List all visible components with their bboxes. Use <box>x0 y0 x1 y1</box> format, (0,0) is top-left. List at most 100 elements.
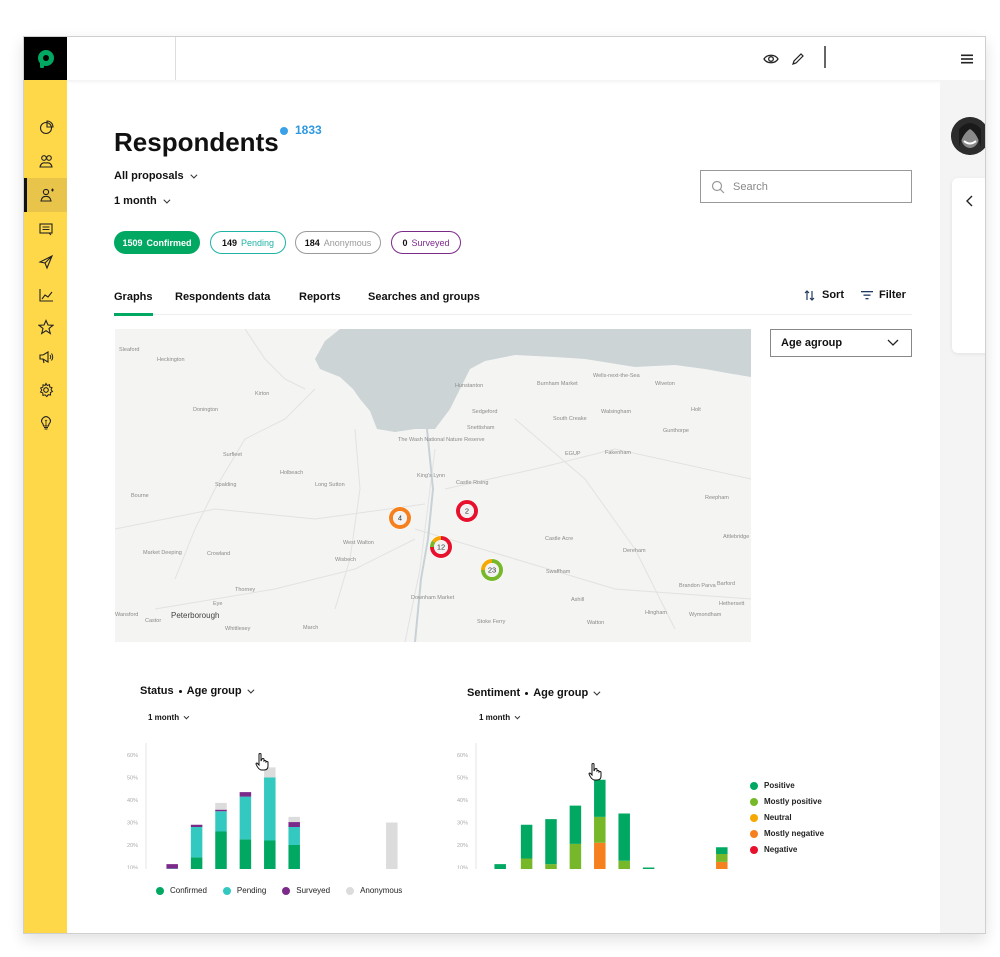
proposal-filter-dropdown[interactable]: All proposals <box>114 170 198 182</box>
bar-segment-positive[interactable] <box>569 805 582 844</box>
bar-segment-positive[interactable] <box>642 867 655 870</box>
y-tick-label: 50% <box>127 776 138 782</box>
sidebar-item-ideas[interactable] <box>24 406 67 440</box>
search-input[interactable] <box>733 180 893 193</box>
legend-item-negative[interactable]: Negative <box>750 845 824 854</box>
bar-segment-pending[interactable] <box>215 811 227 832</box>
cluster-count: 2 <box>465 507 469 516</box>
sidebar-item-analytics[interactable] <box>24 278 67 312</box>
legend-item-confirmed[interactable]: Confirmed <box>156 886 207 895</box>
status-chart-legend: Confirmed Pending Surveyed Anonymous <box>156 886 402 895</box>
filter-button[interactable]: Filter <box>861 289 906 301</box>
pill-label: Surveyed <box>411 237 450 248</box>
legend-item-mostly-negative[interactable]: Mostly negative <box>750 829 824 838</box>
pill-count: 0 <box>402 237 408 248</box>
status-pill-confirmed[interactable]: 1509 Confirmed <box>114 231 200 254</box>
legend-item-pending[interactable]: Pending <box>222 886 266 895</box>
bar-segment-confirmed[interactable] <box>288 845 300 869</box>
bar-segment-surveyed[interactable] <box>190 824 203 827</box>
bar-segment-pending[interactable] <box>288 827 300 845</box>
bar-segment-pending[interactable] <box>264 777 276 841</box>
sentiment-chart-period-dropdown[interactable]: 1 month <box>479 713 521 722</box>
bar-segment-positive[interactable] <box>594 779 606 817</box>
bar-segment-positive[interactable] <box>716 847 728 854</box>
map-cluster-marker[interactable]: 4 <box>388 506 412 530</box>
sidebar-item-announcements[interactable] <box>24 340 67 374</box>
bar-segment-confirmed[interactable] <box>190 857 203 869</box>
status-chart-title[interactable]: Status Age group <box>140 685 255 697</box>
bar-segment-mostly-negative[interactable] <box>594 842 606 869</box>
legend-item-surveyed[interactable]: Surveyed <box>282 886 330 895</box>
legend-item-anonymous[interactable]: Anonymous <box>346 886 402 895</box>
group-by-select[interactable]: Age agroup <box>770 329 912 357</box>
respondents-count: 1833 <box>295 123 322 137</box>
sentiment-chart-legend: Positive Mostly positive Neutral Mostly neg… <box>750 781 824 854</box>
bar-segment-anonymous[interactable] <box>288 816 300 823</box>
legend-item-neutral[interactable]: Neutral <box>750 813 824 822</box>
legend-item-positive[interactable]: Positive <box>750 781 824 790</box>
bar-segment-mostly-positive[interactable] <box>569 843 582 869</box>
bar-segment-surveyed[interactable] <box>166 864 178 869</box>
expand-panel-button[interactable] <box>965 194 977 208</box>
sidebar-item-settings[interactable] <box>24 373 67 407</box>
map-label: Brandon Parva <box>679 583 717 589</box>
edit-button[interactable] <box>788 49 808 69</box>
legend-item-mostly-positive[interactable]: Mostly positive <box>750 797 824 806</box>
status-chart-period: 1 month <box>148 713 180 722</box>
status-pill-pending[interactable]: 149 Pending <box>210 231 286 254</box>
y-tick-label: 60% <box>457 753 468 759</box>
bar-segment-positive[interactable] <box>545 819 557 865</box>
map-label: Castle Rising <box>456 480 488 486</box>
bar-segment-mostly-positive[interactable] <box>545 864 557 869</box>
tab-graphs[interactable]: Graphs <box>114 291 153 316</box>
sidebar-item-users[interactable] <box>24 144 67 178</box>
map-canvas[interactable]: Sleaford Heckington Kirton Donington Surflee… <box>115 329 751 642</box>
preview-button[interactable] <box>761 49 781 69</box>
app-logo[interactable] <box>24 37 67 80</box>
bar-segment-surveyed[interactable] <box>288 822 300 827</box>
tab-reports[interactable]: Reports <box>299 291 341 303</box>
bar-segment-mostly-positive[interactable] <box>716 854 728 862</box>
bar-segment-pending[interactable] <box>239 796 252 840</box>
eye-icon <box>763 54 779 64</box>
bar-segment-positive[interactable] <box>494 864 506 869</box>
map-cluster-marker[interactable]: 2 <box>455 499 479 523</box>
filter-icon <box>861 291 873 300</box>
bar-segment-anonymous[interactable] <box>215 802 227 810</box>
search-field[interactable] <box>700 170 912 203</box>
bar-segment-pending[interactable] <box>190 827 203 858</box>
sort-button[interactable]: Sort <box>804 289 844 301</box>
status-pill-surveyed[interactable]: 0 Surveyed <box>391 231 461 254</box>
map-cluster-marker[interactable]: 23 <box>480 558 504 582</box>
bar-segment-positive[interactable] <box>618 813 630 861</box>
sidebar-item-dashboard[interactable] <box>24 110 67 144</box>
sidebar-item-send[interactable] <box>24 245 67 279</box>
tab-respondents-data[interactable]: Respondents data <box>175 291 270 303</box>
user-avatar[interactable] <box>951 117 985 155</box>
tab-searches-and-groups[interactable]: Searches and groups <box>368 291 480 303</box>
respondents-map[interactable]: Sleaford Heckington Kirton Donington Surflee… <box>115 329 751 642</box>
bar-segment-mostly-positive[interactable] <box>594 816 606 843</box>
hand-cursor-icon <box>255 753 269 771</box>
sidebar-item-messages[interactable] <box>24 212 67 246</box>
bar-segment-mostly-negative[interactable] <box>716 861 728 869</box>
map-cluster-marker[interactable]: 12 <box>429 535 453 559</box>
status-pill-anonymous[interactable]: 184 Anonymous <box>295 231 381 254</box>
bar-segment-mostly-positive[interactable] <box>618 860 630 869</box>
status-chart-period-dropdown[interactable]: 1 month <box>148 713 190 722</box>
bar-segment-confirmed[interactable] <box>264 840 276 870</box>
bar-segment-confirmed[interactable] <box>215 831 227 870</box>
sidebar-item-favorites[interactable] <box>24 310 67 344</box>
sentiment-chart-title[interactable]: Sentiment Age group <box>467 687 601 699</box>
bar-segment-surveyed[interactable] <box>215 809 227 812</box>
bar-segment-positive[interactable] <box>520 824 533 859</box>
menu-button[interactable] <box>957 49 977 69</box>
map-label: Hethersett <box>719 601 745 607</box>
bar-segment-surveyed[interactable] <box>239 792 252 797</box>
map-clusters[interactable]: 4 2 12 23 <box>388 499 504 582</box>
sidebar-item-respondents[interactable] <box>24 178 67 212</box>
bar-segment-anonymous[interactable] <box>386 822 398 870</box>
period-filter-dropdown[interactable]: 1 month <box>114 195 171 207</box>
bar-segment-mostly-positive[interactable] <box>520 858 533 870</box>
bar-segment-confirmed[interactable] <box>239 839 252 869</box>
